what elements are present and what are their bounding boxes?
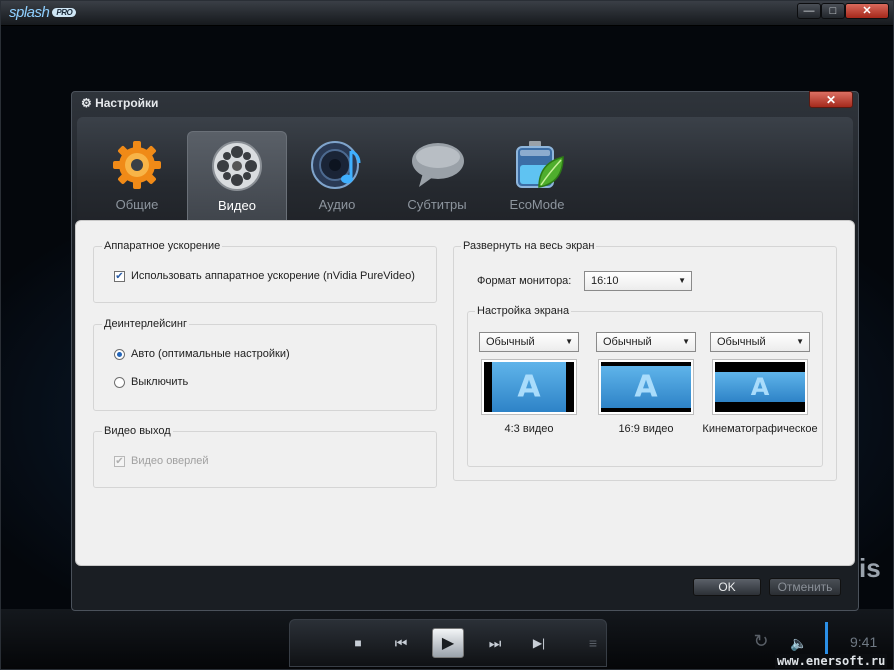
tab-video[interactable]: Видео [187, 131, 287, 221]
ok-button[interactable]: OK [693, 578, 761, 596]
cancel-button[interactable]: Отменить [769, 578, 841, 596]
deinterlace-auto-label[interactable]: Авто (оптимальные настройки) [131, 348, 290, 360]
maximize-button[interactable]: □ [821, 3, 845, 19]
clock-readout: 9:41 [850, 634, 878, 650]
monitor-format-select[interactable]: 16:10 ▼ [584, 271, 692, 291]
hardware-acceleration-title: Аппаратное ускорение [102, 240, 223, 252]
video-overlay-label: Видео оверлей [131, 455, 209, 467]
preset-16-9-select[interactable]: Обычный ▼ [596, 332, 696, 352]
minimize-button[interactable]: — [797, 3, 821, 19]
player-window: splashPRO — □ ✕ is ⇌ ■ ⏮ ▶ ⏭ ▶| ≡ ↻ 🔈 9:… [0, 0, 894, 670]
gear-icon: ⚙ [81, 96, 96, 110]
screen-setup-title: Настройка экрана [475, 305, 572, 317]
speech-bubble-icon [412, 143, 464, 187]
volume-slider[interactable] [825, 622, 828, 654]
play-button[interactable]: ▶ [432, 628, 464, 658]
preset-cinema-caption: Кинематографическое [702, 423, 818, 435]
preset-4-3-select[interactable]: Обычный ▼ [479, 332, 579, 352]
battery-leaf-icon [516, 141, 564, 188]
tab-ecomode[interactable]: EcoMode [487, 131, 587, 221]
stop-icon[interactable]: ■ [347, 631, 369, 655]
chevron-down-icon: ▼ [796, 337, 804, 346]
preset-16-9-caption: 16:9 видео [618, 423, 674, 435]
preset-cinema-select[interactable]: Обычный ▼ [710, 332, 810, 352]
fullscreen-title: Развернуть на весь экран [461, 240, 597, 252]
tab-audio[interactable]: Аудио [287, 131, 387, 221]
deinterlacing-title: Деинтерлейсинг [102, 318, 189, 330]
playlist-icon[interactable]: ≡ [581, 631, 605, 655]
monitor-format-label: Формат монитора: [477, 275, 572, 287]
volume-icon[interactable]: 🔈 [787, 631, 811, 655]
video-overlay-checkbox: ✔ [114, 456, 125, 467]
tab-subtitles[interactable]: Субтитры [387, 131, 487, 221]
step-forward-icon[interactable]: ▶| [525, 631, 553, 655]
deinterlace-off-label[interactable]: Выключить [131, 376, 188, 388]
chevron-down-icon: ▼ [682, 337, 690, 346]
preset-4-3-caption: 4:3 видео [504, 423, 554, 435]
preview-4-3: A [481, 359, 577, 415]
previous-icon[interactable]: ⏮ [387, 631, 415, 655]
hardware-acceleration-checkbox[interactable]: ✔ [114, 271, 125, 282]
preview-16-9: A [598, 359, 694, 415]
hardware-acceleration-label[interactable]: Использовать аппаратное ускорение (nVidi… [131, 270, 415, 282]
preview-cinema: A [712, 359, 808, 415]
chevron-down-icon: ▼ [678, 276, 686, 285]
deinterlace-off-radio[interactable] [114, 377, 125, 388]
watermark: www.enersoft.ru [775, 654, 888, 668]
dialog-close-button[interactable]: ✕ [809, 91, 853, 108]
deinterlace-auto-radio[interactable] [114, 349, 125, 360]
tab-general[interactable]: Общие [87, 131, 187, 221]
audio-note-icon [311, 141, 361, 189]
app-close-button[interactable]: ✕ [845, 3, 889, 19]
repeat-icon[interactable]: ↻ [749, 629, 773, 653]
dialog-title: ⚙ Настройки [81, 96, 159, 110]
next-icon[interactable]: ⏭ [481, 631, 509, 655]
video-output-title: Видео выход [102, 425, 173, 437]
chevron-down-icon: ▼ [565, 337, 573, 346]
gear-icon [113, 141, 161, 189]
app-titlebar[interactable]: splash PRO — □ ✕ [1, 1, 893, 26]
film-reel-icon [212, 141, 262, 191]
deinterlacing-group [93, 324, 437, 411]
background-text: is [859, 553, 881, 583]
app-logo: splash PRO [9, 4, 77, 21]
